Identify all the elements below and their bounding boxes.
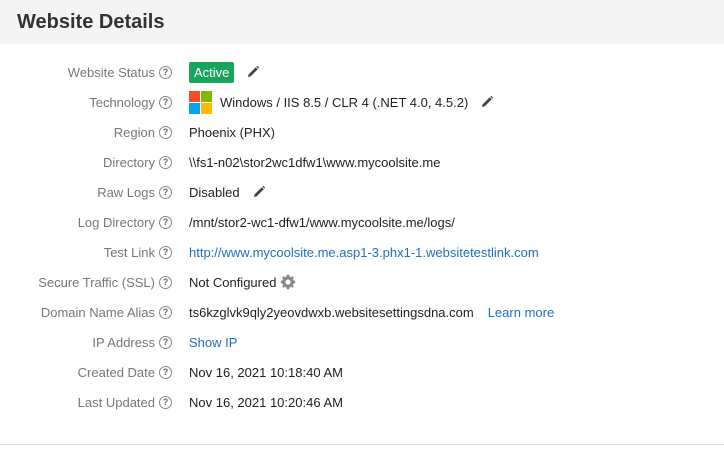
domain-alias-value: ts6kzglvk9qly2yeovdwxb.websitesettingsdn… <box>189 304 474 320</box>
last-updated-value: Nov 16, 2021 10:20:46 AM <box>189 394 343 410</box>
detail-row-created-date: Created Date ? Nov 16, 2021 10:18:40 AM <box>0 357 724 387</box>
pencil-icon[interactable] <box>246 65 260 79</box>
detail-value-wrap: http://www.mycoolsite.me.asp1-3.phx1-1.w… <box>189 237 539 267</box>
detail-value-wrap: Nov 16, 2021 10:20:46 AM <box>189 387 343 417</box>
help-icon[interactable]: ? <box>159 395 172 409</box>
detail-row-region: Region ? Phoenix (PHX) <box>0 117 724 147</box>
detail-label-wrap: Last Updated ? <box>78 387 172 417</box>
detail-row-log-directory: Log Directory ? /mnt/stor2-wc1-dfw1/www.… <box>0 207 724 237</box>
detail-label: Region <box>113 124 155 140</box>
ssl-value: Not Configured <box>189 274 277 290</box>
learn-more-link[interactable]: Learn more <box>488 305 554 320</box>
windows-logo-icon <box>189 90 212 114</box>
detail-label-wrap: Directory ? <box>103 147 172 177</box>
detail-label: Directory <box>102 154 155 170</box>
detail-label-wrap: Test Link ? <box>104 237 172 267</box>
gear-icon[interactable] <box>280 274 296 290</box>
detail-row-directory: Directory ? \\fs1-n02\stor2wc1dfw1\www.m… <box>0 147 724 177</box>
status-badge: Active <box>189 61 235 83</box>
help-icon[interactable]: ? <box>159 65 172 79</box>
detail-label: Domain Name Alias <box>40 304 155 320</box>
help-icon[interactable]: ? <box>159 335 172 349</box>
detail-value-wrap: Nov 16, 2021 10:18:40 AM <box>189 357 343 387</box>
log-directory-value: /mnt/stor2-wc1-dfw1/www.mycoolsite.me/lo… <box>189 214 455 230</box>
detail-label-wrap: IP Address ? <box>92 327 172 357</box>
detail-value-wrap: ts6kzglvk9qly2yeovdwxb.websitesettingsdn… <box>189 297 554 327</box>
panel-header: Website Details <box>0 0 724 44</box>
detail-row-technology: Technology ? Windows / IIS 8.5 / CLR 4 (… <box>0 87 724 117</box>
detail-row-raw-logs: Raw Logs ? Disabled <box>0 177 724 207</box>
detail-value-wrap: Show IP <box>189 327 237 357</box>
test-link[interactable]: http://www.mycoolsite.me.asp1-3.phx1-1.w… <box>189 245 539 260</box>
directory-value: \\fs1-n02\stor2wc1dfw1\www.mycoolsite.me <box>189 154 441 170</box>
detail-label: Technology <box>89 94 155 110</box>
detail-label: Secure Traffic (SSL) <box>38 274 155 290</box>
detail-label: Test Link <box>103 244 155 260</box>
detail-label-wrap: Domain Name Alias ? <box>41 297 172 327</box>
detail-row-last-updated: Last Updated ? Nov 16, 2021 10:20:46 AM <box>0 387 724 417</box>
detail-row-test-link: Test Link ? http://www.mycoolsite.me.asp… <box>0 237 724 267</box>
detail-label: Website Status <box>67 64 155 80</box>
raw-logs-value: Disabled <box>189 184 240 200</box>
detail-row-ip-address: IP Address ? Show IP <box>0 327 724 357</box>
technology-value: Windows / IIS 8.5 / CLR 4 (.NET 4.0, 4.5… <box>220 94 469 110</box>
region-value: Phoenix (PHX) <box>189 124 275 140</box>
help-icon[interactable]: ? <box>159 275 172 289</box>
help-icon[interactable]: ? <box>159 95 172 109</box>
detail-label-wrap: Region ? <box>114 117 172 147</box>
help-icon[interactable]: ? <box>159 245 172 259</box>
divider <box>0 444 724 445</box>
detail-value-wrap: Not Configured <box>189 267 296 297</box>
pencil-icon[interactable] <box>252 185 266 199</box>
detail-label: Log Directory <box>77 214 155 230</box>
detail-value-wrap: Active <box>189 57 260 87</box>
detail-label: Created Date <box>77 364 155 380</box>
detail-label-wrap: Technology ? <box>89 87 172 117</box>
detail-label: IP Address <box>92 334 155 350</box>
show-ip-link[interactable]: Show IP <box>189 335 237 350</box>
page-title: Website Details <box>17 11 165 33</box>
detail-label-wrap: Website Status ? <box>68 57 172 87</box>
detail-row-website-status: Website Status ? Active <box>0 57 724 87</box>
detail-row-ssl: Secure Traffic (SSL) ? Not Configured <box>0 267 724 297</box>
detail-label: Raw Logs <box>97 184 155 200</box>
detail-value-wrap: /mnt/stor2-wc1-dfw1/www.mycoolsite.me/lo… <box>189 207 455 237</box>
help-icon[interactable]: ? <box>159 185 172 199</box>
detail-label: Last Updated <box>77 394 155 410</box>
detail-value-wrap: Disabled <box>189 177 266 207</box>
detail-label-wrap: Log Directory ? <box>78 207 172 237</box>
detail-label-wrap: Secure Traffic (SSL) ? <box>38 267 172 297</box>
pencil-icon[interactable] <box>480 95 494 109</box>
detail-value-wrap: \\fs1-n02\stor2wc1dfw1\www.mycoolsite.me <box>189 147 440 177</box>
detail-value-wrap: Windows / IIS 8.5 / CLR 4 (.NET 4.0, 4.5… <box>189 87 494 117</box>
help-icon[interactable]: ? <box>159 365 172 379</box>
help-icon[interactable]: ? <box>159 215 172 229</box>
detail-value-wrap: Phoenix (PHX) <box>189 117 275 147</box>
detail-label-wrap: Raw Logs ? <box>97 177 172 207</box>
created-date-value: Nov 16, 2021 10:18:40 AM <box>189 364 343 380</box>
help-icon[interactable]: ? <box>159 305 172 319</box>
help-icon[interactable]: ? <box>159 155 172 169</box>
detail-row-domain-alias: Domain Name Alias ? ts6kzglvk9qly2yeovdw… <box>0 297 724 327</box>
detail-label-wrap: Created Date ? <box>78 357 172 387</box>
help-icon[interactable]: ? <box>159 125 172 139</box>
